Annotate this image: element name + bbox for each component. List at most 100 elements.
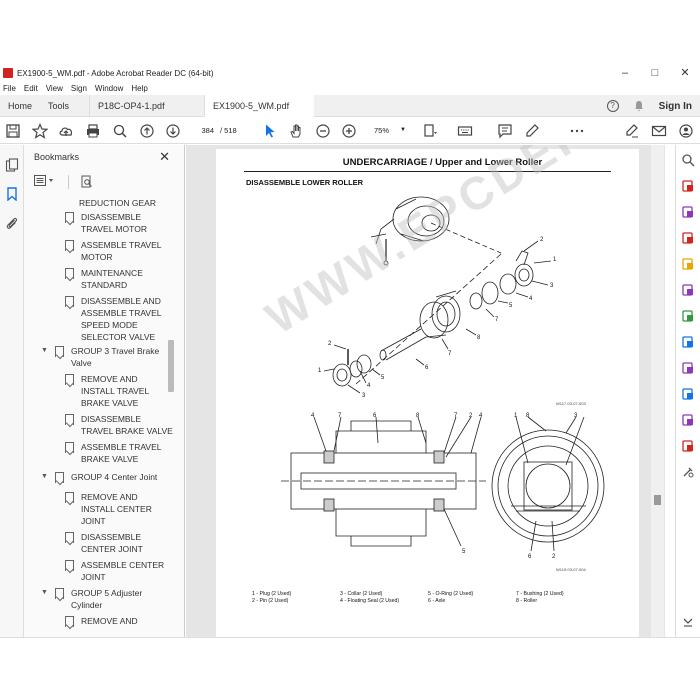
bookmark-item[interactable]: DISASSEMBLE TRAVEL BRAKE VALVE [65,413,173,437]
zoom-out-icon[interactable] [315,123,331,139]
tab-bar: Home Tools P18C-OP4-1.pdf × EX1900-5_WM.… [0,94,700,133]
scan-icon[interactable] [681,335,695,349]
title-bar: EX1900-5_WM.pdf - Adobe Acrobat Reader D… [0,64,700,82]
expand-icon[interactable] [681,615,695,629]
fit-page-icon[interactable] [423,123,439,139]
edit-pdf-icon[interactable] [681,283,695,297]
keyboard-icon[interactable] [457,123,473,139]
callout: 8 [416,413,420,419]
fill-sign-icon[interactable] [681,361,695,375]
legend-column: 3 - Collar (2 Used) 4 - Floating Seal (2… [340,591,399,605]
comment-icon[interactable] [681,257,695,271]
page-number-input[interactable]: 384 [188,124,216,137]
bookmark-item[interactable]: DISASSEMBLE CENTER JOINT [65,531,143,555]
bookmark-icon[interactable] [5,187,19,202]
chevron-down-icon[interactable]: ▼ [41,347,48,354]
attachment-icon[interactable] [5,216,19,230]
menu-file[interactable]: File [3,84,16,93]
callout: 5 [509,303,513,309]
chevron-down-icon[interactable]: ▼ [41,589,48,596]
find-bookmark-icon[interactable] [81,175,93,189]
menu-sign[interactable]: Sign [71,84,87,93]
protect-icon[interactable] [681,387,695,401]
bookmark-item[interactable]: DISASSEMBLE TRAVEL MOTOR [65,211,147,235]
send-for-signature-icon[interactable] [681,413,695,427]
pdf-page: UNDERCARRIAGE / Upper and Lower Roller D… [216,145,665,638]
bookmark-item[interactable]: REMOVE AND INSTALL CENTER JOINT [65,491,152,527]
save-icon[interactable] [5,123,21,139]
help-icon[interactable]: ? [606,100,619,112]
compress-pdf-icon[interactable] [681,309,695,323]
menu-help[interactable]: Help [131,84,147,93]
bookmark-group[interactable]: ▼ GROUP 3 Travel Brake Valve [41,345,160,369]
tab-document-2[interactable]: EX1900-5_WM.pdf × [204,94,315,133]
highlight-pen-icon[interactable] [524,123,540,139]
star-icon[interactable] [31,123,49,139]
bookmark-item[interactable]: MAINTENANCE STANDARD [65,267,143,291]
callout: 3 [362,393,366,399]
bookmark-options-icon[interactable] [34,175,56,187]
section-view-diagram: 4 7 6 8 7 2 4 1 8 3 5 6 2 [281,413,605,560]
bookmark-icon [65,414,74,425]
menu-bar: File Edit View Sign Window Help [0,82,700,94]
search-zoom-icon[interactable] [681,153,695,167]
left-nav-rail [0,145,24,638]
bookmark-item[interactable]: ASSEMBLE CENTER JOINT [65,559,164,583]
tab-document-1[interactable]: P18C-OP4-1.pdf × [89,94,194,133]
bookmarks-scrollbar[interactable] [167,200,175,630]
close-panel-icon[interactable]: ✕ [159,149,170,165]
comment-icon[interactable] [497,123,513,139]
hand-tool-icon[interactable] [288,123,304,139]
bookmark-item[interactable]: REMOVE AND INSTALL TRAVEL BRAKE VALVE [65,373,149,409]
tab-tools[interactable]: Tools [40,95,77,117]
chevron-down-icon[interactable]: ▼ [41,473,48,480]
tools-rail [675,145,700,638]
legend-item: 7 - Bushing (2 Used) [516,591,564,597]
minimize-button[interactable]: – [610,64,640,82]
menu-window[interactable]: Window [95,84,123,93]
bookmark-label: GROUP 3 Travel Brake Valve [71,346,160,368]
bookmark-group[interactable]: ▼ GROUP 4 Center Joint [41,471,157,483]
previous-page-icon[interactable] [139,123,155,139]
zoom-in-icon[interactable] [341,123,357,139]
more-options-icon[interactable] [569,123,585,139]
callout: 7 [338,413,342,419]
bell-icon[interactable] [633,100,645,112]
menu-edit[interactable]: Edit [24,84,38,93]
bookmark-item[interactable]: ASSEMBLE TRAVEL BRAKE VALVE [65,441,161,465]
tab-home[interactable]: Home [0,95,40,117]
bookmark-group[interactable]: ▼ GROUP 5 Adjuster Cylinder [41,587,142,611]
bookmark-item[interactable]: REDUCTION GEAR [79,197,156,209]
maximize-button[interactable]: □ [640,64,670,82]
sign-pen-icon[interactable] [624,123,640,139]
scrollbar-thumb[interactable] [654,495,661,505]
mail-icon[interactable] [651,123,667,139]
window-bottom-border [0,637,700,638]
organize-pages-icon[interactable] [681,205,695,219]
toolbar-divider [68,175,69,189]
scrollbar-thumb[interactable] [168,340,174,392]
bookmarks-panel: Bookmarks ✕ REDUCTION GEAR DISASSEMBLE TR… [24,145,185,638]
menu-view[interactable]: View [46,84,63,93]
cloud-upload-icon[interactable] [58,123,74,139]
next-page-icon[interactable] [165,123,181,139]
select-cursor-icon[interactable] [262,123,278,139]
bookmark-item[interactable]: ASSEMBLE TRAVEL MOTOR [65,239,161,263]
close-window-button[interactable]: ✕ [670,64,700,82]
window-controls: – □ ✕ [610,64,700,82]
more-tools-icon[interactable] [681,465,695,479]
zoom-search-icon[interactable] [112,123,128,139]
pages-icon[interactable] [5,158,19,172]
print-icon[interactable] [85,123,101,139]
prepare-form-icon[interactable] [681,439,695,453]
bookmark-item[interactable]: REMOVE AND [65,615,138,627]
sign-in-button[interactable]: Sign In [659,101,692,112]
export-pdf-icon[interactable] [681,231,695,245]
create-pdf-icon[interactable] [681,179,695,193]
legend-item: 4 - Floating Seal (2 Used) [340,598,400,604]
document-scrollbar[interactable] [651,145,664,638]
document-viewport[interactable]: UNDERCARRIAGE / Upper and Lower Roller D… [186,145,665,638]
account-icon[interactable] [678,123,694,139]
bookmark-item[interactable]: DISASSEMBLE AND ASSEMBLE TRAVEL SPEED MO… [65,295,161,343]
zoom-level-select[interactable]: 75% ▼ [366,124,406,137]
